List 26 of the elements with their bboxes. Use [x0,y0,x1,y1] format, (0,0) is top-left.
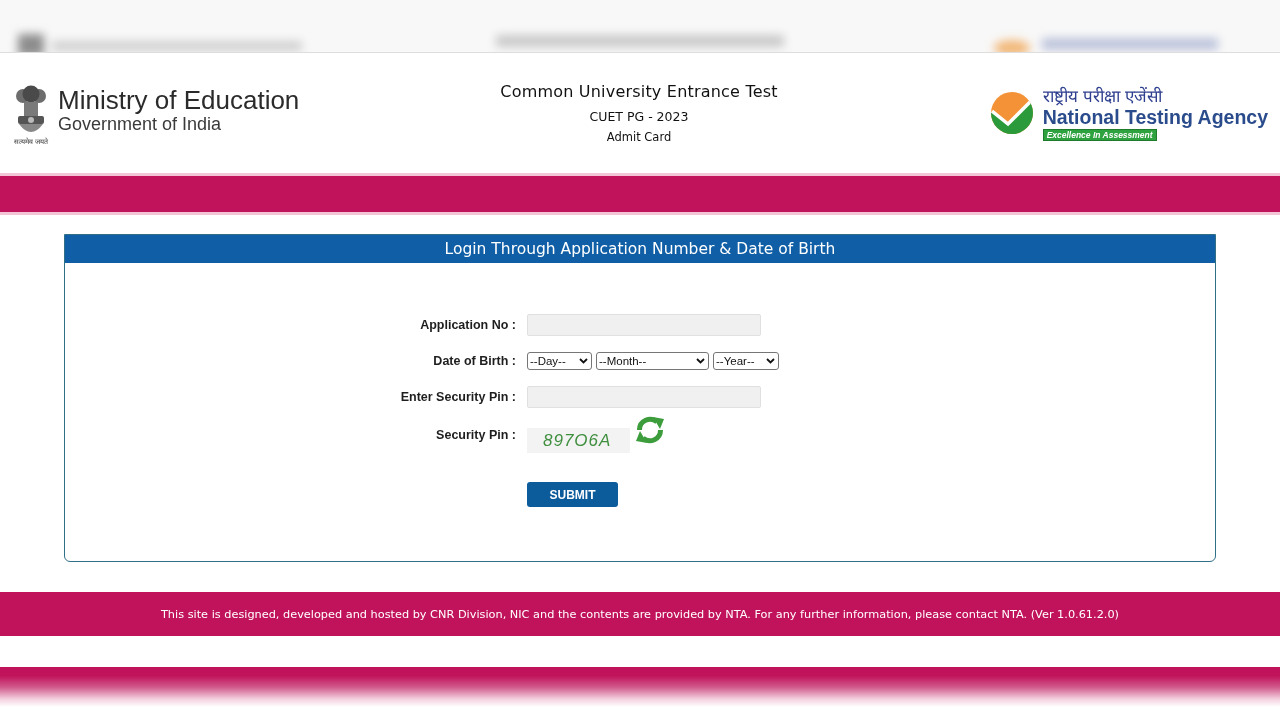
dropdown-select[interactable]: --Year-- [713,352,779,370]
input-field[interactable] [527,386,761,408]
chevron-down-icon [579,358,588,364]
refresh-icon[interactable] [635,415,665,445]
input-field[interactable] [527,314,761,336]
submit-button[interactable]: SUBMIT [527,482,618,507]
footer-text: This site is designed, developed and hosted by CNR Division, NIC and the contents are provided by NTA. For any further information, please contact NTA. (Ver 1.0.61.2.0) [160,607,1119,621]
field-label: Security Pin : [436,428,516,442]
panel-title: Login Through Application Number & Date of Birth [65,235,1215,263]
dropdown-select[interactable]: --Day-- [527,352,592,370]
ministry-subtitle: Government of India [58,114,223,134]
exam-edition: CUET PG - 2023 [589,108,689,125]
chevron-down-icon [766,358,775,364]
chevron-down-icon [696,358,705,364]
field-label: Enter Security Pin : [400,390,516,404]
dropdown-select[interactable]: --Month-- [596,352,709,370]
ministry-title: Ministry of Education [58,86,300,114]
field-label: Application No : [420,318,516,332]
agency-hindi-name: राष्ट्रीय परीक्षा एजेंसी [1042,85,1163,106]
document-title: Admit Card [606,129,672,145]
captcha-code: 897O6A [527,428,630,453]
agency-tagline: Excellence In Assessment [1042,128,1157,141]
agency-name: National Testing Agency [1042,105,1268,128]
exam-title: Common University Entrance Test [500,81,778,102]
checkmark-logo-icon [990,92,1033,134]
field-label: Date of Birth : [433,354,516,368]
